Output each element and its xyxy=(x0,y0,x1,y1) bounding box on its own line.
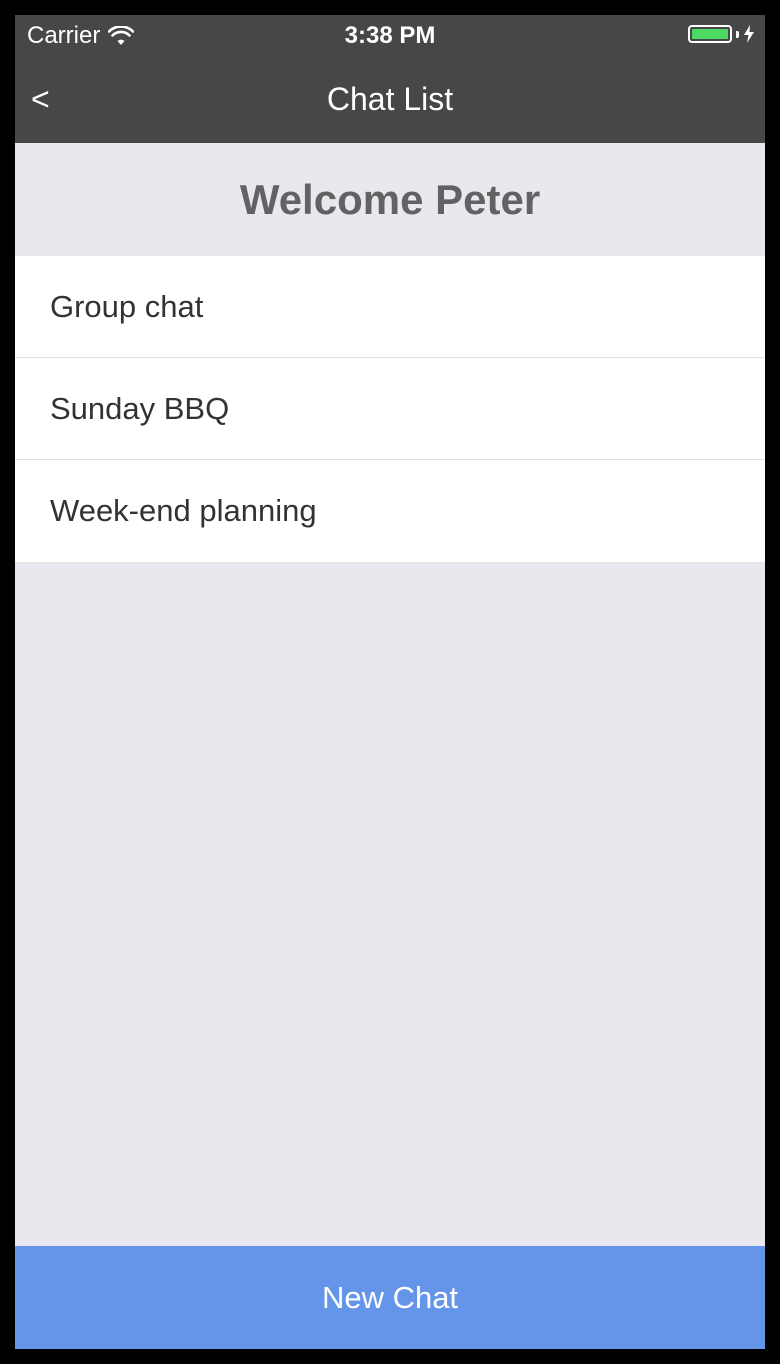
battery-icon xyxy=(688,25,732,43)
chat-list-item[interactable]: Week-end planning xyxy=(15,460,765,563)
status-bar: Carrier 3:38 PM xyxy=(15,15,765,55)
navigation-bar: < Chat List xyxy=(15,55,765,143)
welcome-heading: Welcome Peter xyxy=(239,175,541,223)
app-screen: Carrier 3:38 PM < Chat List Welcome Pete… xyxy=(15,15,765,1349)
new-chat-button[interactable]: New Chat xyxy=(15,1246,765,1349)
battery-indicator xyxy=(688,25,755,43)
chat-list-item[interactable]: Group chat xyxy=(15,256,765,358)
page-title: Chat List xyxy=(326,81,454,117)
chat-list-item[interactable]: Sunday BBQ xyxy=(15,358,765,460)
battery-cap xyxy=(736,30,739,38)
charging-bolt-icon xyxy=(744,25,754,43)
clock: 3:38 PM xyxy=(344,22,436,49)
battery-level-fill xyxy=(692,29,728,39)
chat-list: Group chat Sunday BBQ Week-end planning xyxy=(15,256,765,563)
